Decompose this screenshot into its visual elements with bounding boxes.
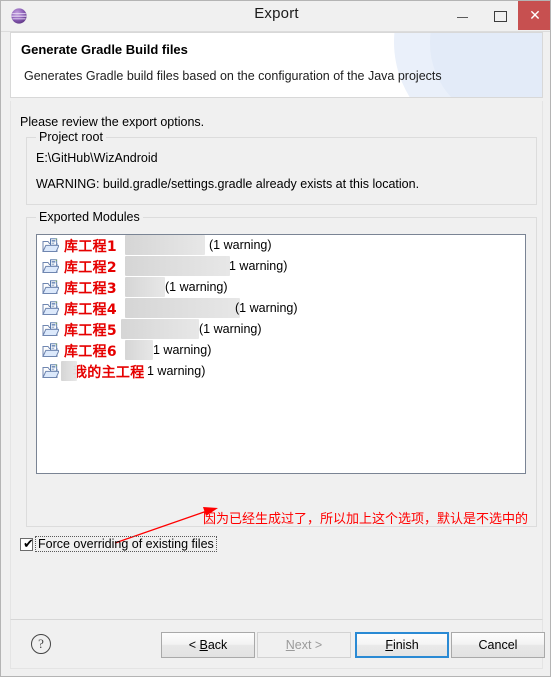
project-root-group: Project root E:\GitHub\WizAndroid WARNIN…: [26, 130, 537, 205]
annotation-text: 因为已经生成过了，所以加上这个选项，默认是不选中的: [203, 512, 529, 527]
module-list-row[interactable]: 库工程5 (1 warning): [37, 319, 525, 340]
project-folder-icon: [42, 259, 60, 274]
module-name: 我的主工程: [73, 365, 145, 381]
module-warning-count: (1 warning): [235, 301, 298, 315]
maximize-button[interactable]: [481, 1, 518, 30]
module-warning-count: 1 warning): [229, 259, 288, 273]
minimize-button[interactable]: [444, 1, 481, 30]
project-folder-icon: [42, 343, 60, 358]
project-root-path: E:\GitHub\WizAndroid: [36, 151, 158, 165]
wizard-header: Generate Gradle Build files Generates Gr…: [10, 32, 543, 98]
module-warning-count: (1 warning): [209, 238, 272, 252]
cancel-button[interactable]: Cancel: [451, 632, 545, 658]
button-label: Cancel: [478, 638, 518, 652]
module-warning-count: 1 warning): [147, 364, 206, 378]
redacted-region: [125, 277, 165, 297]
module-name: 库工程2: [64, 260, 117, 276]
finish-button[interactable]: Finish: [355, 632, 449, 658]
export-dialog-window: Export ✕ Generate Gradle Build files Gen…: [0, 0, 551, 677]
module-list-row[interactable]: 库工程2 1 warning): [37, 256, 525, 277]
redacted-region: [125, 298, 240, 318]
exported-modules-legend: Exported Modules: [36, 210, 143, 224]
force-override-label[interactable]: Force overriding of existing files: [35, 536, 217, 552]
redacted-region: [125, 256, 230, 276]
module-name: 库工程6: [64, 344, 117, 360]
module-list-row[interactable]: 库工程3 (1 warning): [37, 277, 525, 298]
module-list-row[interactable]: 库工程6 1 warning): [37, 340, 525, 361]
checkbox-box[interactable]: ✔: [20, 536, 34, 551]
project-folder-icon: [42, 238, 60, 253]
back-button[interactable]: < Back: [161, 632, 255, 658]
project-root-legend: Project root: [36, 130, 106, 144]
title-bar: Export ✕: [1, 1, 550, 32]
redacted-region: [125, 235, 205, 255]
project-folder-icon: [42, 364, 60, 379]
project-folder-icon: [42, 280, 60, 295]
header-decoration-circle-inner: [430, 33, 542, 97]
module-warning-count: (1 warning): [165, 280, 228, 294]
redacted-region: [121, 319, 199, 339]
maximize-icon: [494, 11, 507, 22]
next-button: Next >: [257, 632, 351, 658]
module-name: 库工程5: [64, 323, 117, 339]
module-name: 库工程4: [64, 302, 117, 318]
wizard-description: Generates Gradle build files based on th…: [24, 69, 442, 83]
module-list-row[interactable]: 库工程4 (1 warning): [37, 298, 525, 319]
help-icon[interactable]: ?: [31, 634, 51, 654]
check-icon: ✔: [23, 536, 34, 551]
dialog-footer: ? < Back Next > Finish Cancel: [10, 619, 545, 669]
module-warning-count: (1 warning): [199, 322, 262, 336]
module-name: 库工程1: [64, 239, 117, 255]
redacted-region: [125, 340, 153, 360]
project-folder-icon: [42, 301, 60, 316]
module-warning-count: 1 warning): [153, 343, 212, 357]
exported-modules-listbox[interactable]: 库工程1 (1 warning) 库工程2 1 warning) 库工程3 (1 wa…: [36, 234, 526, 474]
module-list-row[interactable]: 库工程1 (1 warning): [37, 235, 525, 256]
instruction-text: Please review the export options.: [20, 115, 205, 129]
module-name: 库工程3: [64, 281, 117, 297]
button-label: Next >: [285, 638, 323, 652]
button-label: Finish: [385, 638, 419, 652]
project-folder-icon: [42, 322, 60, 337]
redacted-region: [61, 361, 77, 381]
button-label: < Back: [188, 638, 228, 652]
project-root-warning: WARNING: build.gradle/settings.gradle al…: [36, 177, 420, 191]
wizard-title: Generate Gradle Build files: [21, 42, 188, 57]
minimize-icon: [457, 17, 468, 18]
exported-modules-group: Exported Modules 库工程1 (1 warning) 库工程2 1 w…: [26, 210, 537, 527]
close-button[interactable]: ✕: [518, 1, 550, 30]
module-list-row[interactable]: 我的主工程 1 warning): [37, 361, 525, 382]
close-icon: ✕: [529, 7, 541, 23]
